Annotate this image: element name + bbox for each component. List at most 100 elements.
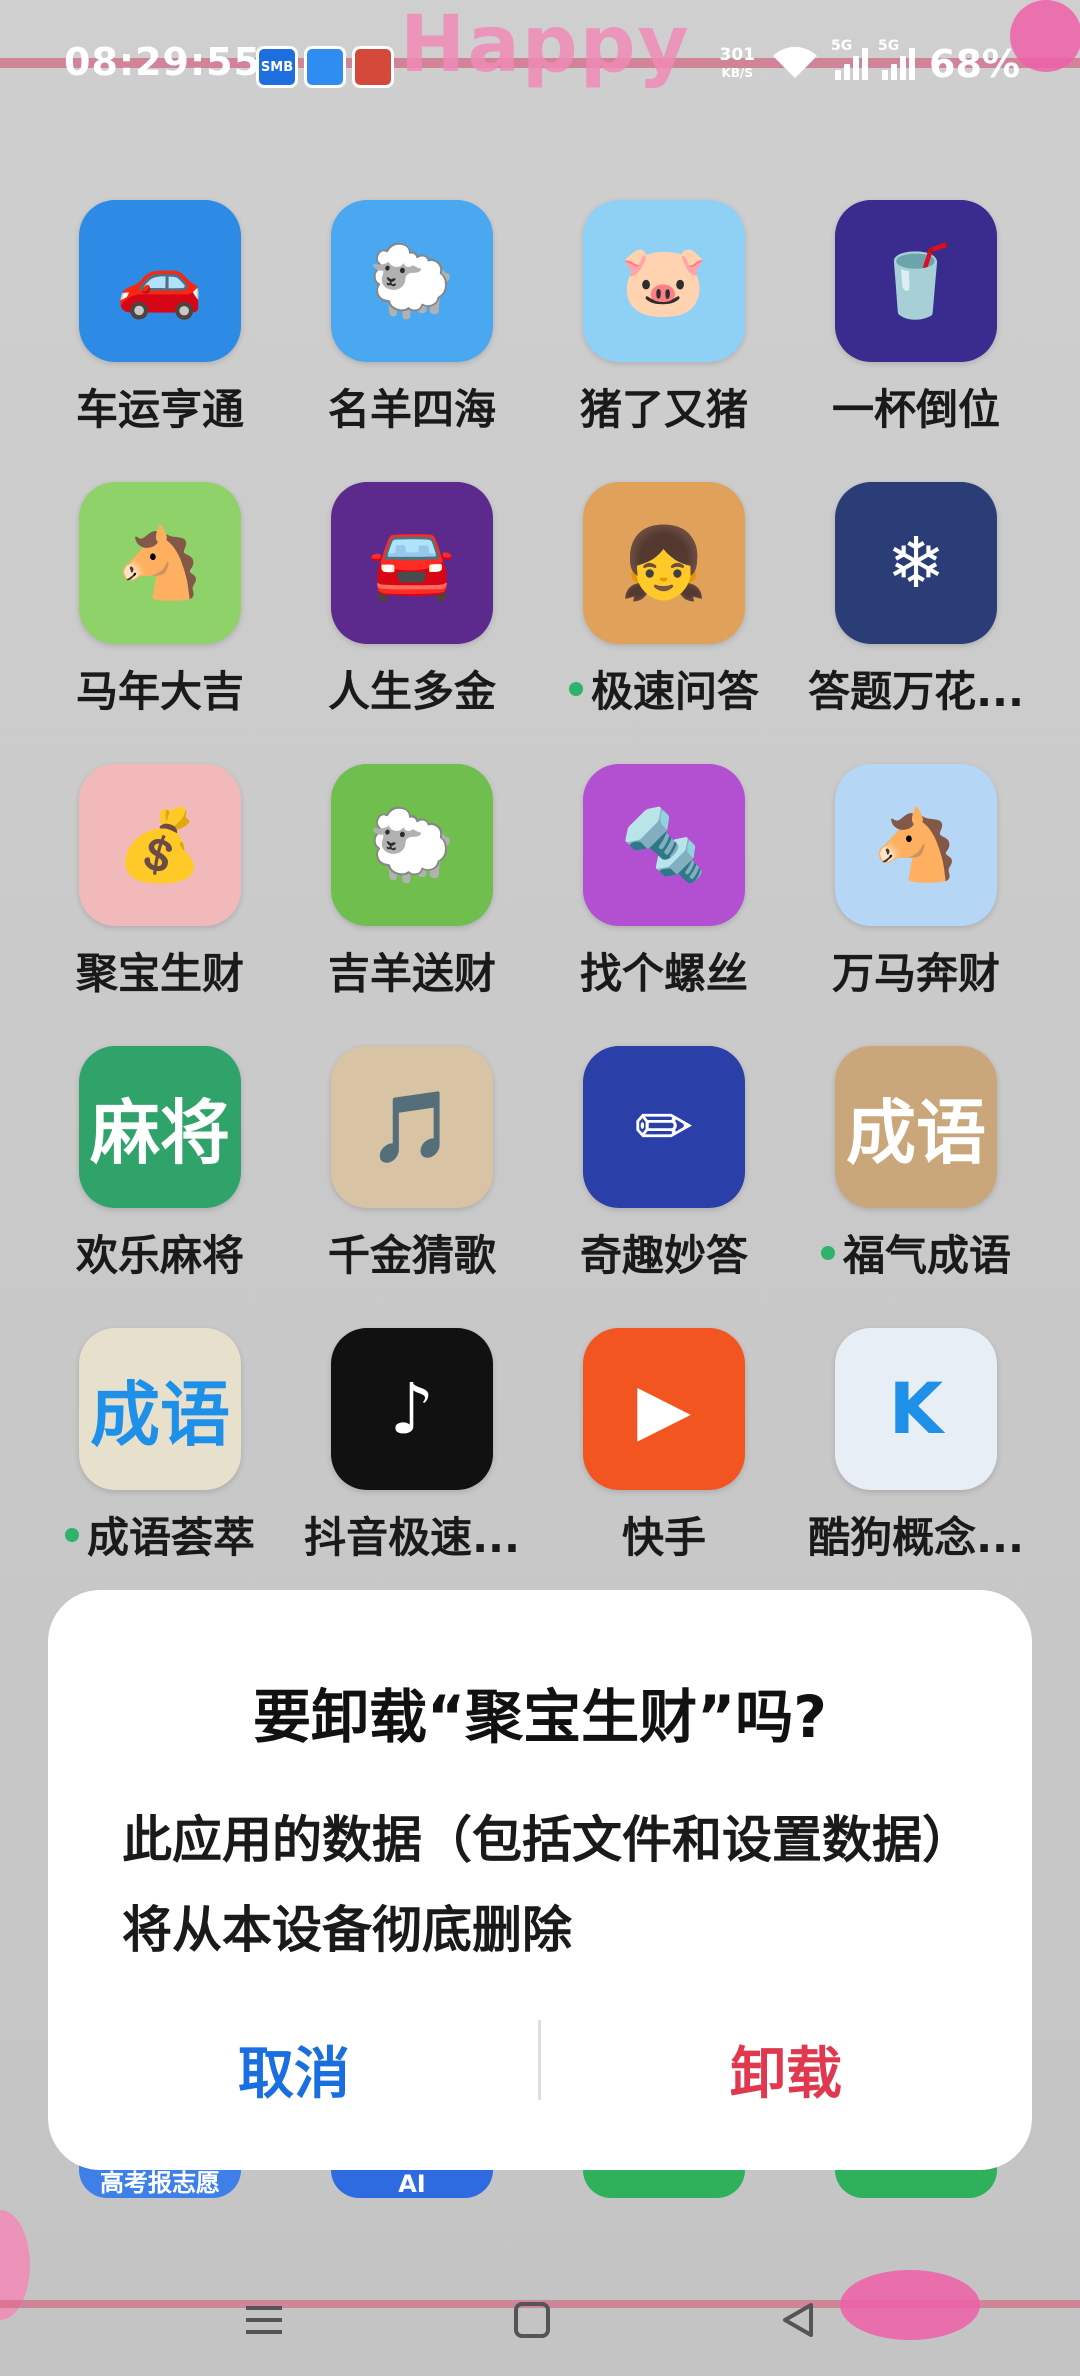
app-label: 车运亨通 (76, 376, 244, 437)
app-icon-glyph: 🔩 (620, 803, 708, 886)
app-icon[interactable]: 🐑 (331, 764, 493, 926)
app-label-text: 人生多金 (327, 667, 496, 716)
app-shortcut[interactable]: 成语 成语荟萃 (35, 1328, 285, 1565)
app-label-text: 快手 (621, 1513, 706, 1562)
app-icon-glyph: ▶ (637, 1368, 691, 1450)
new-badge-dot (64, 1527, 79, 1542)
app-icon-glyph: K (888, 1368, 944, 1450)
app-label-text: 猪了又猪 (579, 385, 748, 434)
app-shortcut[interactable]: 👧 极速问答 (539, 482, 789, 719)
app-label-text: 酷狗概念... (808, 1513, 1024, 1562)
app-shortcut[interactable]: ♪ 抖音极速... (287, 1328, 537, 1565)
app-shortcut[interactable]: 麻将 欢乐麻将 (35, 1046, 285, 1283)
app-icon-glyph: 🎵 (368, 1085, 456, 1168)
app-icon[interactable]: ❄ (835, 482, 997, 644)
app-shortcut[interactable]: 🎵 千金猜歌 (287, 1046, 537, 1283)
app-icon-glyph: 👧 (620, 521, 708, 604)
app-icon[interactable]: 💰 (79, 764, 241, 926)
notification-game-icon (352, 46, 394, 88)
app-icon-glyph: 💰 (116, 803, 204, 886)
app-label: 猪了又猪 (580, 376, 748, 437)
menu-nav-icon[interactable] (244, 2300, 284, 2340)
app-shortcut[interactable]: ▶ 快手 (539, 1328, 789, 1565)
app-icon[interactable]: K (835, 1328, 997, 1490)
back-nav-icon[interactable] (778, 2300, 818, 2340)
signal-sim1-icon: 5G (831, 38, 869, 80)
app-icon[interactable]: 🐴 (835, 764, 997, 926)
app-label: 千金猜歌 (328, 1222, 496, 1283)
app-shortcut[interactable]: 🐴 马年大吉 (35, 482, 285, 719)
app-shortcut[interactable]: K 酷狗概念... (791, 1328, 1041, 1565)
signal-sim2-icon: 5G (878, 38, 916, 80)
app-label-text: 聚宝生财 (75, 949, 244, 998)
wifi-icon (769, 44, 821, 84)
app-label-text: 欢乐麻将 (75, 1231, 244, 1280)
app-label: 奇趣妙答 (580, 1222, 748, 1283)
app-icon[interactable]: ▶ (583, 1328, 745, 1490)
app-label: 一杯倒位 (832, 376, 1000, 437)
app-icon[interactable]: 🐷 (583, 200, 745, 362)
app-icon[interactable]: 🚘 (331, 482, 493, 644)
app-icon-glyph: 🥤 (872, 239, 960, 322)
app-label: 欢乐麻将 (76, 1222, 244, 1283)
app-label: 快手 (622, 1504, 706, 1565)
app-label-text: 答题万花... (808, 667, 1024, 716)
app-icon-glyph: 🐑 (368, 239, 456, 322)
app-shortcut[interactable]: 🔩 找个螺丝 (539, 764, 789, 1001)
network-speed-unit: KB/S (721, 66, 754, 80)
app-shortcut[interactable]: 🐑 吉羊送财 (287, 764, 537, 1001)
app-label: 找个螺丝 (580, 940, 748, 1001)
app-icon[interactable]: 🎵 (331, 1046, 493, 1208)
app-label: 酷狗概念... (808, 1504, 1024, 1565)
app-shortcut[interactable]: ✏ 奇趣妙答 (539, 1046, 789, 1283)
app-icon[interactable]: ✏ (583, 1046, 745, 1208)
app-icon[interactable]: 麻将 (79, 1046, 241, 1208)
app-icon-glyph: 🐷 (620, 239, 708, 322)
network-speed: 301 KB/S (720, 46, 756, 82)
app-shortcut[interactable]: 成语 福气成语 (791, 1046, 1041, 1283)
app-icon[interactable]: 🚗 (79, 200, 241, 362)
app-label-text: 名羊四海 (327, 385, 496, 434)
status-time: 08:29:55 (64, 40, 262, 84)
app-label-text: 马年大吉 (75, 667, 244, 716)
app-icon[interactable]: 👧 (583, 482, 745, 644)
app-label: 万马奔财 (832, 940, 1000, 1001)
app-shortcut[interactable]: 🥤 一杯倒位 (791, 200, 1041, 437)
app-shortcut[interactable]: 🚘 人生多金 (287, 482, 537, 719)
status-bar: 08:29:55 SMB 301 KB/S 5G 5G 68% (0, 0, 1080, 120)
app-label: 极速问答 (568, 658, 759, 719)
dialog-title: 要卸载“聚宝生财”吗? (253, 1683, 827, 1751)
uninstall-dialog: 要卸载“聚宝生财”吗? 此应用的数据（包括文件和设置数据）将从本设备彻底删除 取… (48, 1590, 1032, 2170)
app-shortcut[interactable]: 🐑 名羊四海 (287, 200, 537, 437)
app-icon-glyph: ❄ (886, 522, 946, 604)
dialog-message: 此应用的数据（包括文件和设置数据）将从本设备彻底删除 (122, 1811, 947, 1959)
battery-level: 68% (929, 42, 1020, 86)
app-shortcut[interactable]: 🐴 万马奔财 (791, 764, 1041, 1001)
app-label-text: 奇趣妙答 (579, 1231, 748, 1280)
app-icon[interactable]: 成语 (79, 1328, 241, 1490)
home-nav-icon[interactable] (512, 2300, 552, 2340)
app-icon[interactable]: ♪ (331, 1328, 493, 1490)
app-label-text: 一杯倒位 (831, 385, 1000, 434)
app-label: 马年大吉 (76, 658, 244, 719)
app-icon[interactable]: 🐑 (331, 200, 493, 362)
app-label-text: 万马奔财 (831, 949, 1000, 998)
app-icon-glyph: 🐴 (872, 803, 960, 886)
app-icon-glyph: 🚗 (116, 239, 204, 322)
app-icon[interactable]: 🐴 (79, 482, 241, 644)
app-shortcut[interactable]: 🚗 车运亨通 (35, 200, 285, 437)
app-icon[interactable]: 🔩 (583, 764, 745, 926)
new-badge-dot (820, 1245, 835, 1260)
notification-smb-label: SMB (260, 59, 294, 75)
app-label: 人生多金 (328, 658, 496, 719)
uninstall-button[interactable]: 卸载 (540, 2028, 1032, 2111)
app-icon[interactable]: 成语 (835, 1046, 997, 1208)
cancel-button[interactable]: 取消 (48, 2028, 540, 2111)
app-label: 名羊四海 (328, 376, 496, 437)
app-shortcut[interactable]: ❄ 答题万花... (791, 482, 1041, 719)
app-shortcut[interactable]: 💰 聚宝生财 (35, 764, 285, 1001)
app-shortcut[interactable]: 🐷 猪了又猪 (539, 200, 789, 437)
status-indicators: 301 KB/S 5G 5G 68% (720, 38, 1020, 86)
notification-smb-icon: SMB (256, 46, 298, 88)
app-icon[interactable]: 🥤 (835, 200, 997, 362)
